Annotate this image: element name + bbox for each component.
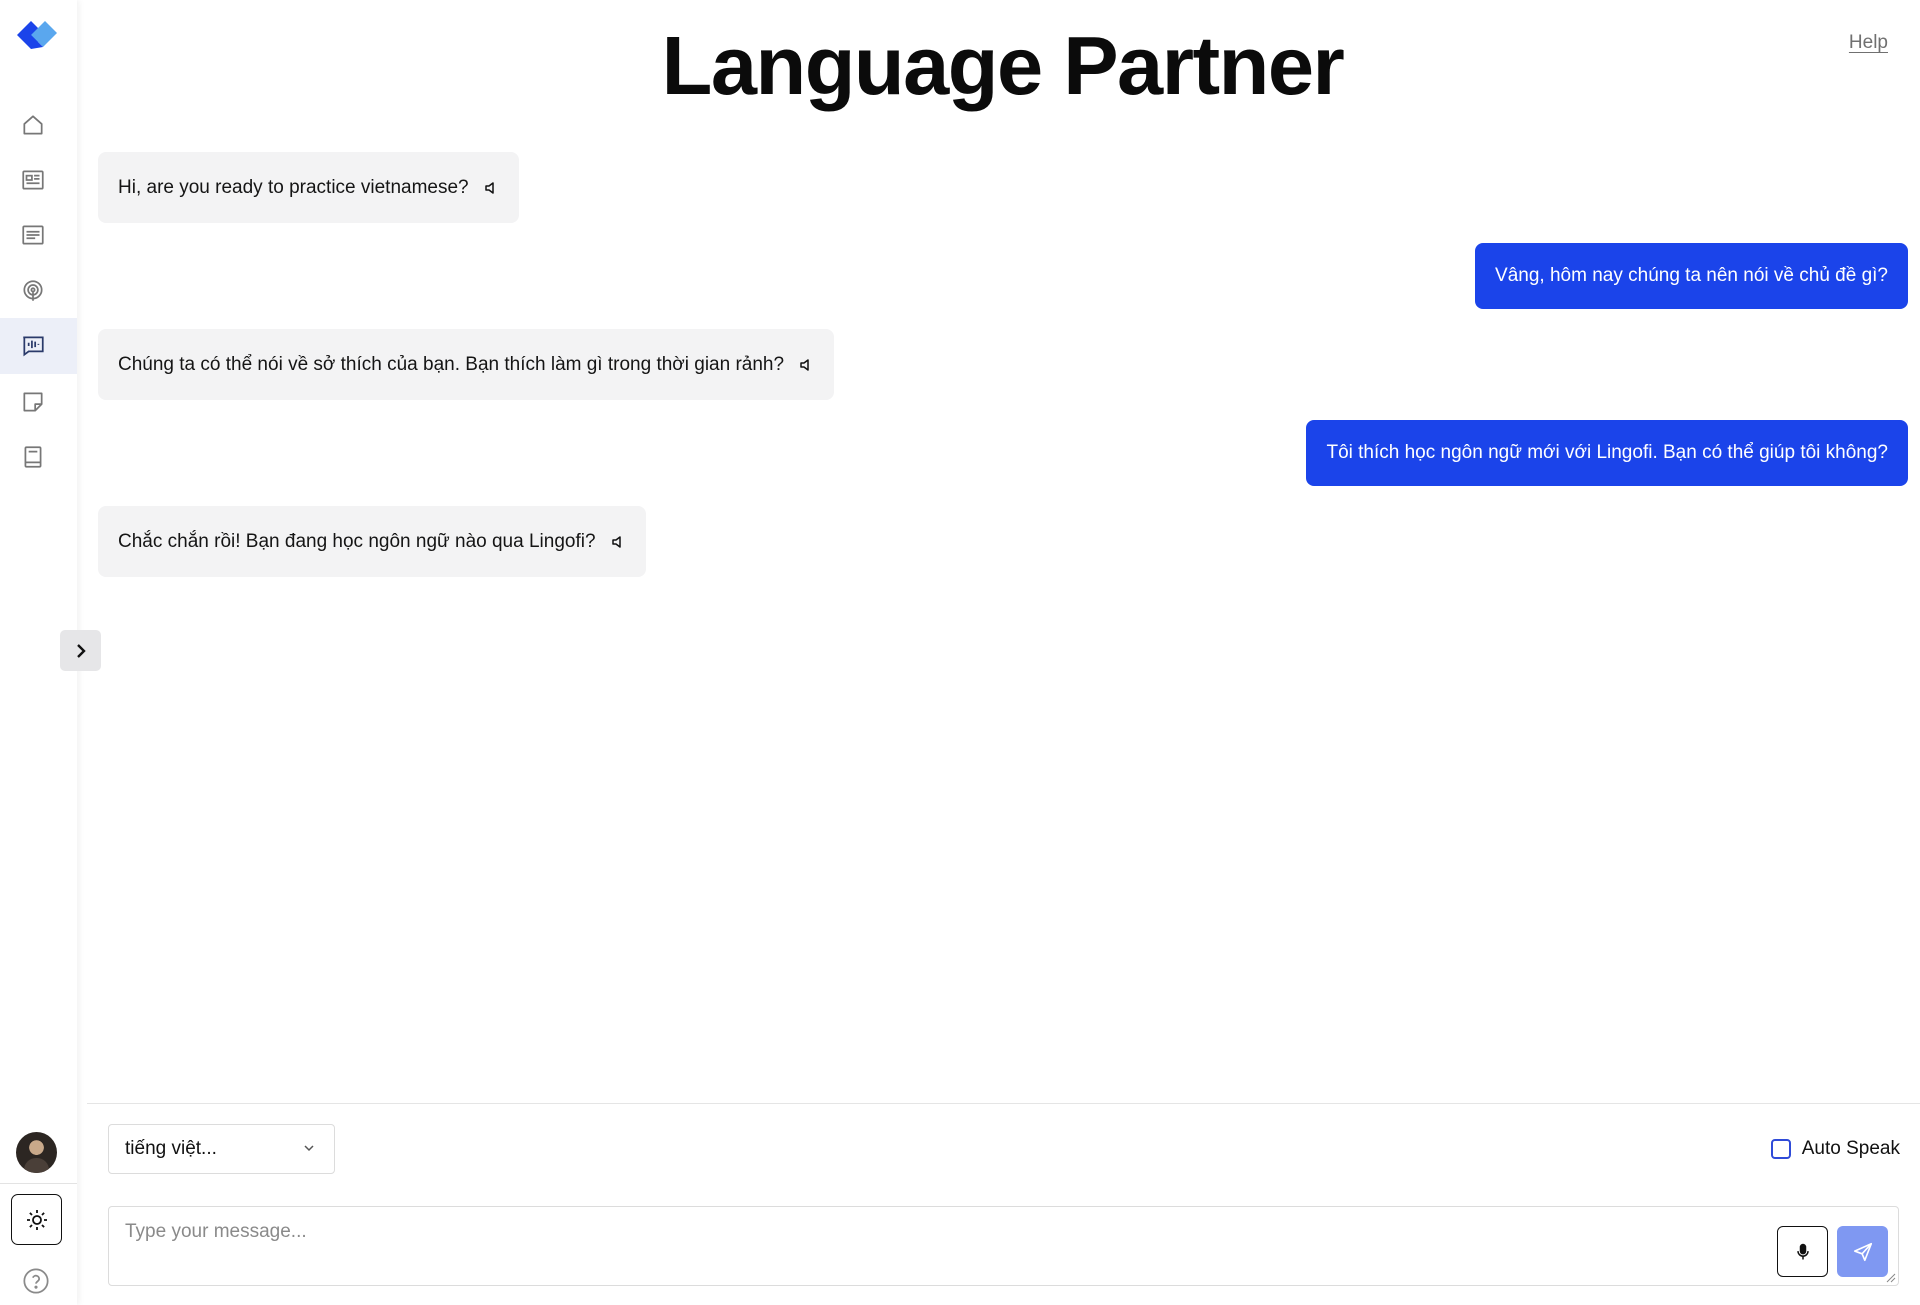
- speaker-icon[interactable]: [483, 180, 499, 196]
- message-text: Chúng ta có thể nói về sở thích của bạn.…: [118, 353, 785, 375]
- composer-divider: [87, 1103, 1920, 1104]
- user-message: Vâng, hôm nay chúng ta nên nói về chủ đề…: [1475, 243, 1908, 309]
- language-select-value: tiếng việt...: [125, 1138, 217, 1159]
- chevron-right-icon: [76, 643, 86, 658]
- expand-sidebar-button[interactable]: [60, 630, 101, 671]
- newspaper-icon: [22, 170, 44, 190]
- message-text: Chắc chắn rồi! Bạn đang học ngôn ngữ nào…: [118, 530, 596, 552]
- auto-speak-checkbox[interactable]: [1770, 1139, 1791, 1159]
- home-icon: [23, 115, 43, 135]
- sidebar-item-articles[interactable]: [0, 207, 77, 263]
- sticky-note-icon: [23, 392, 43, 412]
- help-link[interactable]: Help: [1849, 32, 1888, 54]
- message-composer[interactable]: Type your message...: [108, 1206, 1899, 1286]
- microphone-button[interactable]: [1777, 1226, 1828, 1277]
- bot-message: Chúng ta có thể nói về sở thích của bạn.…: [98, 329, 835, 400]
- speaker-icon[interactable]: [610, 534, 626, 550]
- microphone-icon: [1796, 1243, 1809, 1259]
- resize-handle-icon[interactable]: [1884, 1271, 1896, 1283]
- message-text: Tôi thích học ngôn ngữ mới với Lingofi. …: [1326, 442, 1888, 463]
- message-text: Hi, are you ready to practice vietnamese…: [118, 176, 469, 198]
- sidebar-item-language-partner[interactable]: [0, 318, 77, 374]
- podcast-icon: [23, 280, 43, 301]
- language-select[interactable]: tiếng việt...: [108, 1124, 335, 1174]
- sidebar-item-podcast[interactable]: [0, 263, 77, 319]
- book-icon: [24, 446, 42, 468]
- avatar[interactable]: [16, 1132, 57, 1173]
- bot-message: Chắc chắn rồi! Bạn đang học ngôn ngữ nào…: [98, 506, 646, 577]
- sidebar: [0, 0, 101, 1305]
- user-message: Tôi thích học ngôn ngữ mới với Lingofi. …: [1306, 420, 1908, 486]
- sidebar-item-notes[interactable]: [0, 374, 77, 430]
- question-circle-icon[interactable]: [22, 1267, 50, 1295]
- sidebar-item-news[interactable]: [0, 152, 77, 208]
- auto-speak-label: Auto Speak: [1801, 1138, 1900, 1159]
- sidebar-divider: [0, 1183, 77, 1184]
- theme-toggle-button[interactable]: [11, 1194, 62, 1245]
- sidebar-item-book[interactable]: [0, 429, 77, 485]
- speaker-icon[interactable]: [798, 357, 814, 373]
- message-input[interactable]: Type your message...: [125, 1221, 307, 1243]
- bot-message: Hi, are you ready to practice vietnamese…: [98, 152, 519, 223]
- send-button[interactable]: [1837, 1226, 1888, 1277]
- chevron-down-icon: [304, 1145, 314, 1152]
- page-title: Language Partner: [661, 19, 1345, 112]
- message-text: Vâng, hôm nay chúng ta nên nói về chủ đề…: [1495, 265, 1888, 286]
- sun-icon: [26, 1209, 47, 1230]
- auto-speak-toggle[interactable]: Auto Speak: [1770, 1138, 1900, 1160]
- article-icon: [22, 225, 44, 245]
- chat-voice-icon: [23, 336, 44, 357]
- send-icon: [1853, 1242, 1872, 1261]
